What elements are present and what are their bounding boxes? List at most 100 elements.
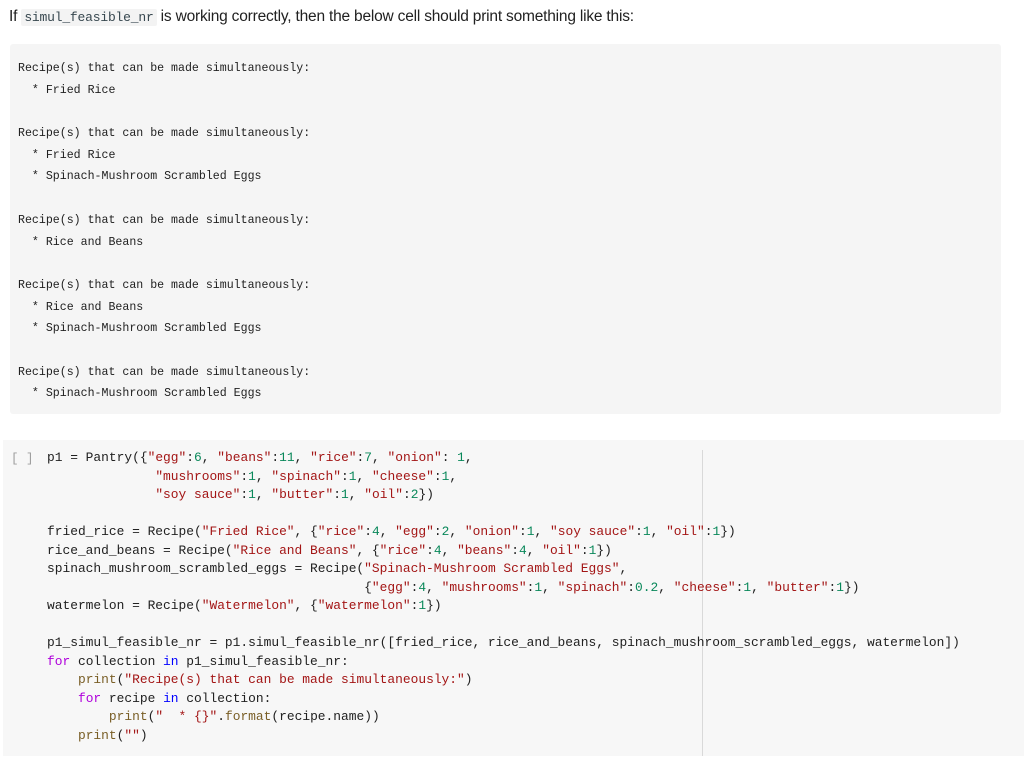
function-token: print xyxy=(77,672,117,687)
string-token: "Fried Rice" xyxy=(201,524,295,539)
inline-code-function-name: simul_feasible_nr xyxy=(21,9,157,26)
code-token: recipe xyxy=(101,690,164,706)
code-token: collection xyxy=(70,653,164,669)
output-header-line: Recipe(s) that can be made simultaneousl… xyxy=(18,213,311,227)
output-group: Recipe(s) that can be made simultaneousl… xyxy=(18,210,310,253)
code-token: , xyxy=(201,450,218,465)
code-token: fried_rice = Recipe( xyxy=(47,524,202,539)
output-group: Recipe(s) that can be made simultaneousl… xyxy=(18,362,310,405)
code-token: : xyxy=(511,542,519,558)
code-token: , xyxy=(426,579,442,595)
code-token: p1 = Pantry({ xyxy=(47,450,148,465)
code-token: : xyxy=(519,524,527,539)
code-token: : xyxy=(402,487,411,502)
code-token: : xyxy=(364,524,372,539)
code-token: p1_simul_feasible_nr: xyxy=(178,653,349,669)
control-keyword-token: for xyxy=(77,690,102,706)
code-editor[interactable]: p1 = Pantry({"egg":6, "beans":11, "rice"… xyxy=(47,449,960,745)
code-token: p1_simul_feasible_nr = p1.simul_feasible… xyxy=(47,635,960,650)
output-recipe-line: * Fried Rice xyxy=(18,148,116,162)
string-token: "Rice and Beans" xyxy=(232,542,357,558)
number-token: 1 xyxy=(743,579,752,595)
number-token: 1 xyxy=(836,579,844,595)
number-token: 1 xyxy=(418,598,427,613)
string-token: "cheese" xyxy=(372,468,434,484)
code-token: : xyxy=(635,524,643,539)
string-token: "onion" xyxy=(464,524,519,539)
run-cell-button[interactable]: [ ] xyxy=(11,450,34,469)
code-token: , xyxy=(542,579,558,595)
string-token: "butter" xyxy=(271,487,334,502)
code-line: fried_rice = Recipe("Fried Rice", {"rice… xyxy=(47,523,960,542)
code-token: watermelon = Recipe( xyxy=(47,598,202,613)
code-token: rice_and_beans = Recipe( xyxy=(47,542,233,558)
code-token: }) xyxy=(844,579,860,595)
output-recipe-line: * Spinach-Mushroom Scrambled Eggs xyxy=(18,170,262,184)
string-token: "Watermelon" xyxy=(201,598,295,613)
code-token: spinach_mushroom_scrambled_eggs = Recipe… xyxy=(47,561,365,576)
code-token: , xyxy=(534,524,550,539)
code-line: print("") xyxy=(47,727,960,746)
code-token: }) xyxy=(720,524,736,539)
number-token: 7 xyxy=(364,450,373,465)
string-token: "rice" xyxy=(379,542,427,558)
string-token: "watermelon" xyxy=(317,598,411,613)
function-token: format xyxy=(224,709,272,724)
number-token: 1 xyxy=(534,579,543,595)
expected-output-text: Recipe(s) that can be made simultaneousl… xyxy=(18,58,310,427)
number-token: 1 xyxy=(248,468,256,484)
code-line: rice_and_beans = Recipe("Rice and Beans"… xyxy=(47,542,960,561)
code-token: , xyxy=(751,579,767,595)
code-token: : xyxy=(433,468,442,484)
code-token: , xyxy=(619,561,628,576)
code-token: ) xyxy=(464,672,473,687)
number-token: 0.2 xyxy=(635,579,659,595)
number-token: 1 xyxy=(457,450,465,465)
string-token: "cheese" xyxy=(673,579,736,595)
number-token: 1 xyxy=(526,524,535,539)
number-token: 4 xyxy=(433,542,442,558)
intro-prefix: If xyxy=(9,8,22,25)
code-token: }) xyxy=(418,487,434,502)
code-token: , xyxy=(526,542,543,558)
code-token: , xyxy=(372,450,388,465)
code-token: collection: xyxy=(178,690,272,706)
code-token: , xyxy=(464,450,473,465)
code-line: p1 = Pantry({"egg":6, "beans":11, "rice"… xyxy=(47,449,960,468)
code-cell[interactable]: [ ] p1 = Pantry({"egg":6, "beans":11, "r… xyxy=(3,440,1024,756)
code-token: , xyxy=(348,487,365,502)
code-token: : xyxy=(441,450,458,465)
intro-suffix: is working correctly, then the below cel… xyxy=(156,8,634,25)
output-group: Recipe(s) that can be made simultaneousl… xyxy=(18,275,310,340)
string-token: "soy sauce" xyxy=(549,524,636,539)
code-line: p1_simul_feasible_nr = p1.simul_feasible… xyxy=(47,634,960,653)
string-token: "" xyxy=(124,727,140,743)
function-token: print xyxy=(77,727,117,743)
code-token: , { xyxy=(294,598,318,613)
string-token: "beans" xyxy=(217,450,272,465)
code-line: watermelon = Recipe("Watermelon", {"wate… xyxy=(47,597,960,616)
string-token: "egg" xyxy=(371,579,411,595)
function-token: print xyxy=(108,709,148,724)
code-token: (recipe.name)) xyxy=(271,709,380,724)
code-token: : xyxy=(426,542,434,558)
code-token: , xyxy=(441,542,458,558)
string-token: "egg" xyxy=(395,524,434,539)
output-header-line: Recipe(s) that can be made simultaneousl… xyxy=(18,127,311,141)
expected-output-block: Recipe(s) that can be made simultaneousl… xyxy=(10,44,1001,414)
code-token: : xyxy=(333,487,342,502)
output-header-line: Recipe(s) that can be made simultaneousl… xyxy=(18,62,311,75)
code-token: . xyxy=(217,709,225,724)
number-token: 4 xyxy=(518,542,527,558)
code-token: { xyxy=(47,579,372,595)
keyword-token: in xyxy=(163,653,179,669)
control-keyword-token: for xyxy=(47,653,71,669)
number-token: 4 xyxy=(418,579,427,595)
code-token: : xyxy=(240,468,249,484)
number-token: 1 xyxy=(348,468,357,484)
code-token: , xyxy=(255,487,272,502)
